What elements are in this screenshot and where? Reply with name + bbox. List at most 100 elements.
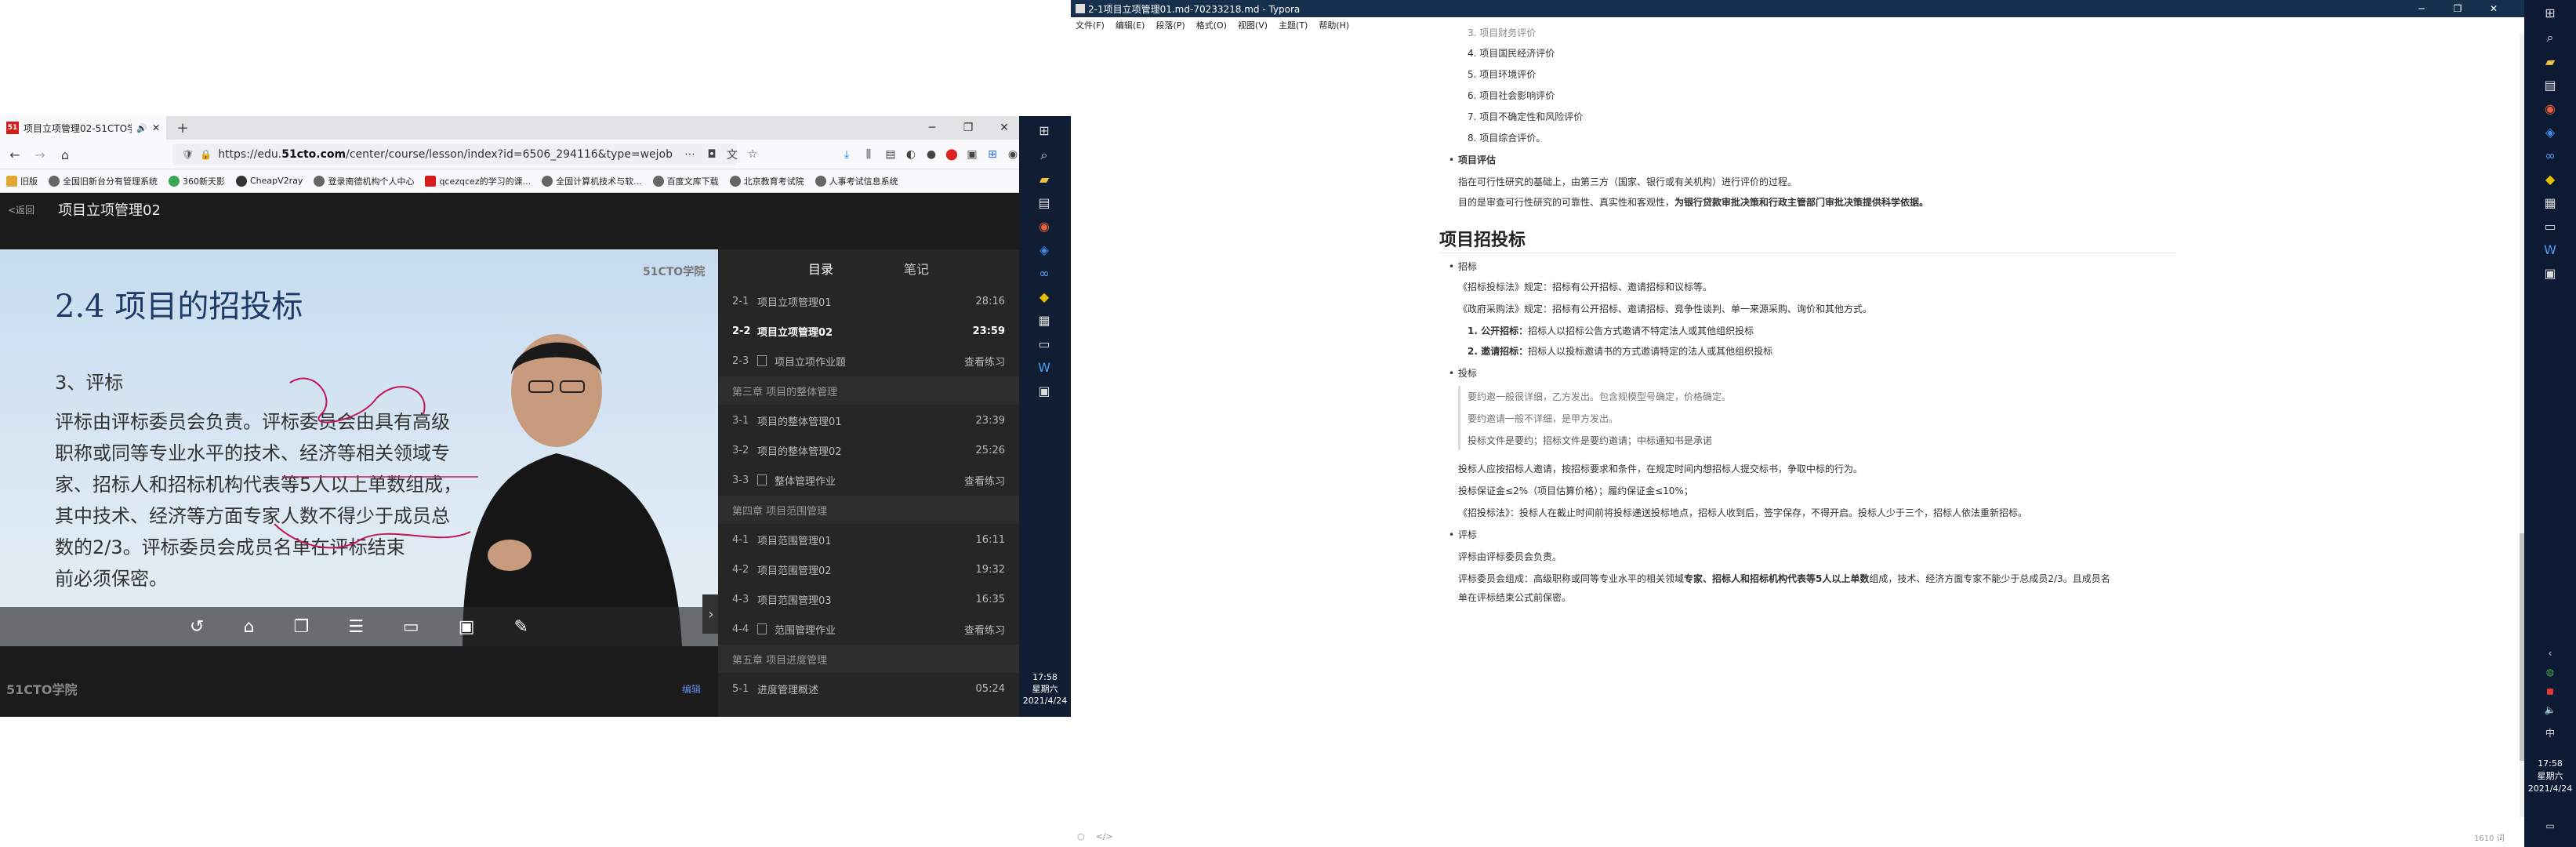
- forward-arrow-icon[interactable]: →: [31, 146, 49, 163]
- pocket-icon[interactable]: ◘: [704, 147, 720, 162]
- volume-icon[interactable]: 🔈: [2524, 704, 2576, 715]
- list-icon[interactable]: ☰: [348, 617, 364, 637]
- menu-help[interactable]: 帮助(H): [1319, 19, 1349, 31]
- view-exercise-link[interactable]: 查看练习: [964, 354, 1005, 369]
- projector-icon[interactable]: ▣: [459, 617, 475, 637]
- source-mode-icon[interactable]: </>: [1096, 831, 1113, 842]
- tab-catalog[interactable]: 目录: [808, 259, 833, 278]
- playlist-lesson[interactable]: 2-2 项目立项管理02 23:59: [718, 317, 1019, 345]
- extension-icon[interactable]: ▣: [964, 147, 980, 162]
- bookmark-item[interactable]: 人事考试信息系统: [815, 175, 898, 187]
- bookmark-item[interactable]: CheapV2ray: [236, 175, 303, 187]
- library-icon[interactable]: ⫼: [861, 147, 876, 162]
- menu-paragraph[interactable]: 段落(P): [1156, 19, 1185, 31]
- word-count[interactable]: 1610 词: [2474, 831, 2505, 843]
- bookmark-star-icon[interactable]: ☆: [745, 147, 760, 162]
- playlist-exercise[interactable]: 4-4 范围管理作业 查看练习: [718, 615, 1019, 643]
- tab-notes[interactable]: 笔记: [904, 259, 929, 278]
- minimize-button[interactable]: ─: [914, 116, 950, 140]
- sidebar-icon[interactable]: ▤: [883, 147, 898, 162]
- outline-toggle-icon[interactable]: ○: [1077, 831, 1085, 842]
- bookmark-item[interactable]: qcezqcez的学习的课...: [425, 175, 531, 187]
- playlist-exercise[interactable]: 2-3 项目立项作业题 查看练习: [718, 347, 1019, 375]
- pen-icon[interactable]: ✎: [514, 617, 528, 637]
- playlist-lesson[interactable]: 2-1 项目立项管理01 28:16: [718, 287, 1019, 315]
- minimize-button[interactable]: ─: [2404, 0, 2440, 17]
- close-button[interactable]: ✕: [2476, 0, 2512, 17]
- speaker-icon[interactable]: 🔊: [136, 123, 147, 133]
- taskbar-clock[interactable]: 17:58 星期六 2021/4/24: [2524, 758, 2576, 795]
- maximize-button[interactable]: ❐: [950, 116, 986, 140]
- back-arrow-icon[interactable]: ←: [6, 146, 24, 163]
- app-icon[interactable]: ◆: [2541, 169, 2560, 188]
- firefox-icon[interactable]: ◉: [2541, 99, 2560, 118]
- typora-icon[interactable]: ▣: [1035, 381, 1054, 400]
- playlist-lesson[interactable]: 3-1 项目的整体管理01 23:39: [718, 406, 1019, 434]
- folder-icon[interactable]: ▰: [1035, 169, 1054, 188]
- firefox-icon[interactable]: ◉: [1035, 216, 1054, 235]
- bookmark-item[interactable]: 全国计算机技术与软...: [542, 175, 642, 187]
- replay-icon[interactable]: ↺: [190, 617, 204, 637]
- close-button[interactable]: ✕: [986, 116, 1022, 140]
- notification-icon[interactable]: ▭: [2524, 820, 2576, 831]
- collapse-sidebar-button[interactable]: ›: [702, 594, 718, 634]
- maximize-button[interactable]: ❐: [2440, 0, 2476, 17]
- playlist-lesson[interactable]: 3-2 项目的整体管理02 25:26: [718, 436, 1019, 464]
- bookmark-item[interactable]: 百度文库下载: [652, 175, 719, 187]
- word-icon[interactable]: W: [2541, 240, 2560, 259]
- app-icon[interactable]: ∞: [1035, 264, 1054, 282]
- show-hidden-icons[interactable]: ‹: [2524, 648, 2576, 659]
- folder-icon[interactable]: ▰: [2541, 52, 2560, 71]
- bookmark-item[interactable]: 登录南德机构个人中心: [314, 175, 414, 187]
- pages-icon[interactable]: ❐: [293, 617, 309, 637]
- app-icon[interactable]: ◆: [1035, 287, 1054, 306]
- playlist-lesson[interactable]: 5-1 进度管理概述 05:24: [718, 674, 1019, 703]
- menu-format[interactable]: 格式(O): [1196, 19, 1227, 31]
- app-icon[interactable]: ▦: [2541, 193, 2560, 212]
- page-actions-icon[interactable]: ⋯: [682, 147, 698, 162]
- taskbar-clock[interactable]: 17:58 星期六 2021/4/24: [1019, 671, 1071, 707]
- edit-link[interactable]: 编辑: [682, 682, 701, 696]
- app-icon[interactable]: ◈: [1035, 240, 1054, 259]
- app-icon[interactable]: ▤: [2541, 75, 2560, 94]
- windows-start-icon[interactable]: ⊞: [2541, 3, 2560, 22]
- view-exercise-link[interactable]: 查看练习: [964, 622, 1005, 637]
- bookmark-item[interactable]: 北京教育考试院: [729, 175, 804, 187]
- ime-indicator[interactable]: 中: [2524, 726, 2576, 740]
- translate-ext-icon[interactable]: ⊞: [985, 147, 1000, 162]
- adblock-icon[interactable]: ⬤: [944, 147, 960, 162]
- app-icon[interactable]: ▭: [2541, 216, 2560, 235]
- tray-app-icon[interactable]: ◼: [2524, 685, 2576, 696]
- app-icon[interactable]: ▭: [1035, 334, 1054, 353]
- app-icon[interactable]: ▤: [1035, 193, 1054, 212]
- github-icon[interactable]: ●: [923, 147, 939, 162]
- search-icon[interactable]: ⌕: [1035, 146, 1054, 165]
- account-icon[interactable]: ◉: [1005, 147, 1021, 162]
- view-exercise-link[interactable]: 查看练习: [964, 473, 1005, 488]
- menu-edit[interactable]: 编辑(E): [1116, 19, 1145, 31]
- typora-icon[interactable]: ▣: [2541, 264, 2560, 282]
- browser-tab[interactable]: 51 项目立项管理02-51CTO学 🔊 ✕: [0, 116, 166, 140]
- playlist-lesson[interactable]: 4-1 项目范围管理01 16:11: [718, 525, 1019, 554]
- playlist-lesson[interactable]: 4-3 项目范围管理03 16:35: [718, 585, 1019, 613]
- app-icon[interactable]: ∞: [2541, 146, 2560, 165]
- home-icon[interactable]: ⌂: [243, 617, 254, 637]
- word-icon[interactable]: W: [1035, 358, 1054, 376]
- menu-file[interactable]: 文件(F): [1076, 19, 1105, 31]
- new-tab-button[interactable]: +: [174, 119, 191, 136]
- url-bar[interactable]: 🛡 🔒 https://edu.51cto.com/center/course/…: [172, 144, 737, 165]
- playlist-lesson[interactable]: 4-2 项目范围管理02 19:32: [718, 555, 1019, 583]
- extension-icon[interactable]: ◐: [903, 147, 919, 162]
- home-icon[interactable]: ⌂: [56, 146, 74, 163]
- download-icon[interactable]: ⤓: [839, 147, 854, 162]
- windows-start-icon[interactable]: ⊞: [1035, 121, 1054, 140]
- wechat-icon[interactable]: ◍: [2524, 667, 2576, 678]
- menu-theme[interactable]: 主题(T): [1279, 19, 1308, 31]
- playlist-chapter[interactable]: 第三章 项目的整体管理: [718, 376, 1019, 405]
- bookmark-item[interactable]: 旧版: [6, 175, 38, 187]
- back-link[interactable]: <返回: [8, 203, 34, 216]
- playlist-chapter[interactable]: 第四章 项目范围管理: [718, 496, 1019, 524]
- playlist-chapter[interactable]: 第五章 项目进度管理: [718, 645, 1019, 673]
- app-icon[interactable]: ▦: [1035, 311, 1054, 329]
- menu-view[interactable]: 视图(V): [1238, 19, 1268, 31]
